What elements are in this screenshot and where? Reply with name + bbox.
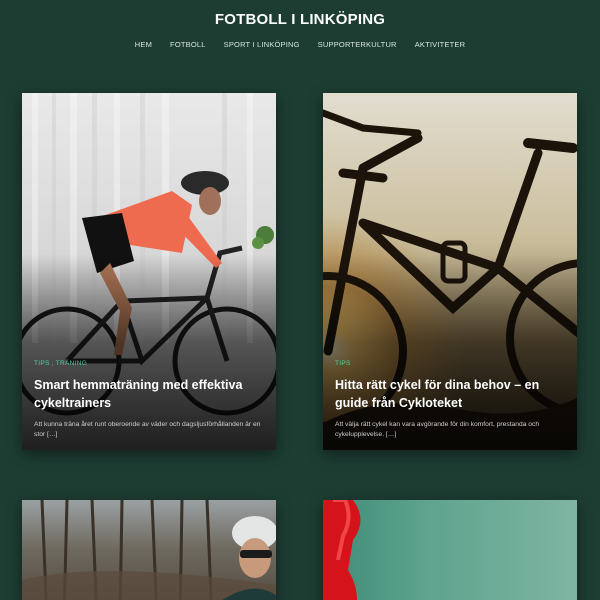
category-link[interactable]: TIPS <box>34 360 50 367</box>
category-separator: , <box>51 360 54 367</box>
post-card-2[interactable]: TIPS Hitta rätt cykel för dina behov – e… <box>323 93 577 450</box>
post-title[interactable]: Hitta rätt cykel för dina behov – en gui… <box>335 376 567 412</box>
card-content: TIPS Hitta rätt cykel för dina behov – e… <box>335 360 567 440</box>
nav-item-fotboll[interactable]: FOTBOLL <box>170 40 206 49</box>
post-title[interactable]: Smart hemmaträning med effektiva cykeltr… <box>34 376 266 412</box>
site-header: FOTBOLL I LINKÖPING HEM FOTBOLL SPORT I … <box>0 0 600 70</box>
red-object-image <box>323 500 361 600</box>
category-link[interactable]: TIPS <box>335 360 351 367</box>
cyclist-in-forest-image <box>22 500 276 600</box>
post-categories: TIPS <box>335 360 567 367</box>
nav-item-aktiviteter[interactable]: AKTIVITETER <box>415 40 466 49</box>
category-link[interactable]: TRÄNING <box>56 360 87 367</box>
post-card-3[interactable] <box>22 500 276 600</box>
post-excerpt: Att kunna träna året runt oberoende av v… <box>34 421 261 438</box>
nav-item-hem[interactable]: HEM <box>135 40 152 49</box>
nav-item-supporterkultur[interactable]: SUPPORTERKULTUR <box>318 40 397 49</box>
post-card-1[interactable]: TIPS, TRÄNING Smart hemmaträning med effe… <box>22 93 276 450</box>
nav-item-sport-i-linkoping[interactable]: SPORT I LINKÖPING <box>224 40 300 49</box>
post-card-4[interactable] <box>323 500 577 600</box>
post-excerpt: Att välja rätt cykel kan vara avgörande … <box>335 421 540 438</box>
main-nav: HEM FOTBOLL SPORT I LINKÖPING SUPPORTERK… <box>0 40 600 49</box>
site-title[interactable]: FOTBOLL I LINKÖPING <box>0 11 600 28</box>
post-categories: TIPS, TRÄNING <box>34 360 266 367</box>
card-content: TIPS, TRÄNING Smart hemmaträning med effe… <box>34 360 266 440</box>
